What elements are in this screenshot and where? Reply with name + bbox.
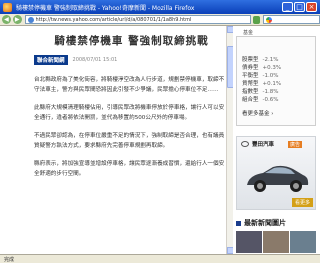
- source-badge[interactable]: 聯合新聞網: [34, 55, 68, 65]
- ad-tag: 廣告: [288, 140, 303, 148]
- fund-row[interactable]: 平衡型 -1.0%: [242, 71, 278, 79]
- article-meta: 聯合新聞網 2008/07/01 15:01: [34, 55, 229, 65]
- ad-brand: 豐田汽車 廣告: [241, 140, 303, 148]
- latest-photos-title: 最新新聞圖片: [244, 219, 286, 227]
- article-date: 2008/07/01 15:01: [72, 57, 118, 63]
- page-content: 騎樓禁停機車 警強制取締挑戰 聯合新聞網 2008/07/01 15:01 台北…: [0, 26, 320, 254]
- maximize-button[interactable]: □: [294, 2, 305, 12]
- url-text: http://tw.news.yahoo.com/article/url/d/a…: [35, 16, 192, 23]
- navigation-toolbar: ◀ ▶ http://tw.news.yahoo.com/article/url…: [0, 14, 320, 26]
- car-advertisement[interactable]: 豐田汽車 廣告 看更多: [236, 136, 316, 210]
- fund-row[interactable]: 股票型 -2.1%: [242, 55, 278, 63]
- status-bar: 完成: [0, 254, 320, 263]
- globe-icon: [27, 16, 34, 23]
- article-headline: 騎樓禁停機車 警強制取締挑戰: [54, 35, 209, 47]
- latest-photos-header: 最新新聞圖片: [236, 218, 286, 228]
- url-field[interactable]: http://tw.news.yahoo.com/article/url/d/a…: [24, 15, 251, 24]
- article-paragraph: 不過民眾卻認為，在停車位嚴重不足的情況下，強制取締是否合理，也有議員質疑警方執法…: [34, 133, 225, 149]
- car-image: [247, 165, 309, 192]
- sidebar: 基金 股票型 -2.1% 債券型 +0.3% 平衡型 -1.0% 貨幣型 +0.1% 指…: [233, 26, 320, 254]
- firefox-icon: [3, 2, 12, 12]
- ad-cta-button[interactable]: 看更多: [291, 198, 313, 207]
- window-title: 騎樓禁停機車 警強制取締挑戰 - Yahoo!奇摩新聞 - Mozilla Fi…: [16, 4, 195, 12]
- close-button[interactable]: ×: [306, 2, 317, 12]
- article-paragraph: 台北縣政府為了美化街容，將騎樓淨空改為人行步道，規劃禁停機車，取締不守法車主，警…: [34, 77, 225, 93]
- go-button[interactable]: [252, 15, 261, 24]
- search-input[interactable]: [263, 15, 320, 24]
- google-icon: [266, 16, 273, 23]
- fund-row[interactable]: 組合型 -0.6%: [242, 95, 278, 103]
- article: 騎樓禁停機車 警強制取締挑戰 聯合新聞網 2008/07/01 15:01 台北…: [34, 26, 229, 254]
- photo-thumbnail[interactable]: [236, 231, 262, 253]
- ad-brand-name: 豐田汽車: [252, 142, 275, 148]
- vertical-scrollbar[interactable]: [226, 26, 234, 254]
- brand-logo-icon: [241, 141, 249, 147]
- window-titlebar: 騎樓禁停機車 警強制取締挑戰 - Yahoo!奇摩新聞 - Mozilla Fi…: [0, 0, 320, 14]
- forward-button[interactable]: ▶: [12, 15, 22, 24]
- status-text: 完成: [4, 256, 15, 263]
- minimize-button[interactable]: _: [282, 2, 293, 12]
- photo-thumbnail[interactable]: [290, 231, 316, 253]
- more-funds-link[interactable]: 看更多基金 ›: [242, 109, 273, 117]
- article-paragraph: 此縣府大規模清理騎樓佔用，引導民眾改將機車停放於停車格，讓行人可以安全通行，違者…: [34, 105, 225, 121]
- fund-row[interactable]: 債券型 +0.3%: [242, 63, 281, 71]
- fund-row[interactable]: 貨幣型 +0.1%: [242, 79, 281, 87]
- photo-thumbnail[interactable]: [263, 231, 289, 253]
- back-button[interactable]: ◀: [2, 15, 11, 24]
- fund-panel: 股票型 -2.1% 債券型 +0.3% 平衡型 -1.0% 貨幣型 +0.1% 指數型 -…: [236, 36, 316, 126]
- fund-link[interactable]: 基金: [243, 29, 253, 36]
- fund-row[interactable]: 指數型 -1.8%: [242, 87, 278, 95]
- article-paragraph: 縣府表示，將加強宣導並增設停車格，讓民眾逐漸養成習慣，還給行人一個安全舒適的步行…: [34, 161, 225, 177]
- photo-thumbnails: [236, 231, 317, 253]
- bullet-icon: [236, 220, 241, 226]
